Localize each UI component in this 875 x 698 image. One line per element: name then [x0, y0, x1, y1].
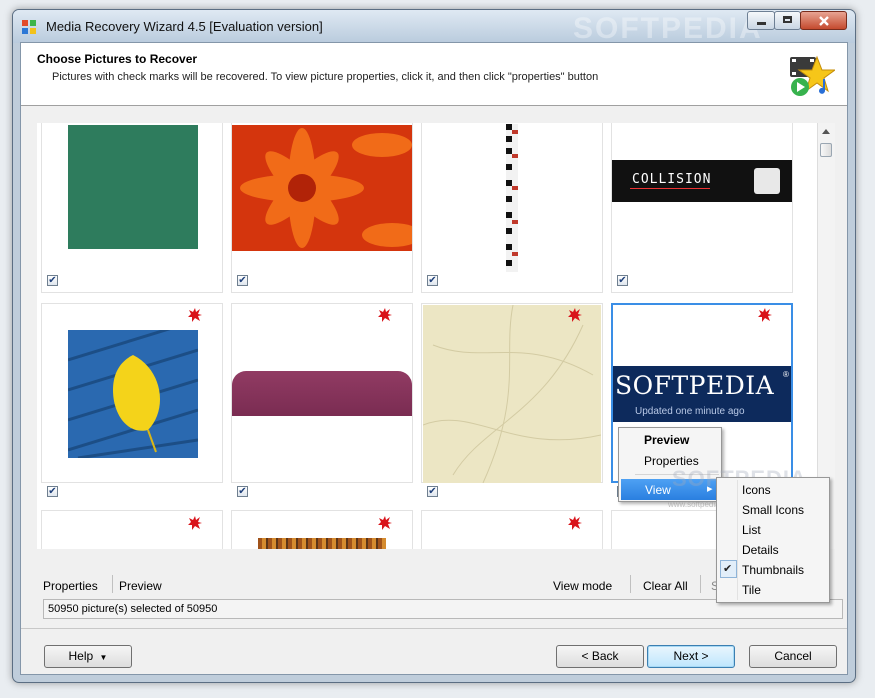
thumbnail-checkbox[interactable]: ✔ [617, 275, 628, 286]
thumbnail-image: COLLISION [612, 160, 792, 202]
thumbnail-image [258, 538, 386, 549]
softpedia-logo-text: SOFTPEDIA [615, 371, 775, 400]
damaged-file-icon [378, 308, 392, 322]
thumbnail-checkbox[interactable]: ✔ [427, 486, 438, 497]
toolbar-separator [112, 575, 113, 593]
preview-link[interactable]: Preview [119, 579, 162, 593]
minimize-button[interactable] [747, 11, 775, 30]
next-button[interactable]: Next > [647, 645, 735, 668]
maximize-button[interactable] [774, 11, 801, 30]
checkmark-icon: ✔ [723, 563, 733, 575]
properties-link[interactable]: Properties [43, 579, 98, 593]
submenu-item-details[interactable]: Details [742, 543, 779, 557]
thumbnail-cell[interactable]: COLLISION [611, 123, 793, 293]
thumbnail-image [68, 330, 198, 458]
toolbar-separator [630, 575, 631, 593]
damaged-file-icon [568, 516, 582, 530]
media-star-icon [790, 55, 835, 96]
thumbnail-checkbox[interactable]: ✔ [427, 275, 438, 286]
damaged-file-icon [758, 308, 772, 322]
help-label: Help [68, 649, 94, 663]
app-icon [22, 20, 36, 34]
thumbnail-cell[interactable] [41, 123, 223, 293]
title-watermark: SOFTPEDIA [573, 12, 763, 45]
scrollbar-thumb[interactable] [820, 143, 832, 157]
menu-item-view-label: View [645, 483, 671, 497]
toolbar-separator [700, 575, 701, 593]
footer-divider [21, 628, 847, 629]
close-icon [819, 16, 829, 26]
damaged-file-icon [188, 308, 202, 322]
collision-underline [630, 188, 710, 189]
back-button[interactable]: < Back [556, 645, 644, 668]
thumbnail-cell[interactable] [231, 123, 413, 293]
wizard-header: Choose Pictures to Recover Pictures with… [21, 43, 847, 106]
thumbnail-cell[interactable] [421, 123, 603, 293]
thumbnail-checkbox[interactable]: ✔ [237, 486, 248, 497]
damaged-file-icon [568, 308, 582, 322]
scroll-up-icon[interactable] [822, 129, 830, 134]
page-subtitle: Pictures with check marks will be recove… [52, 71, 599, 83]
thumbnail-checkbox[interactable]: ✔ [237, 275, 248, 286]
thumbnail-checkbox[interactable]: ✔ [47, 486, 58, 497]
close-button[interactable] [800, 11, 847, 30]
thumbnail-cell[interactable] [421, 303, 603, 483]
damaged-file-icon [188, 516, 202, 530]
submenu-item-icons[interactable]: Icons [742, 483, 771, 497]
thumbnail-image [232, 371, 412, 416]
chevron-down-icon: ▼ [99, 653, 108, 662]
thumbnail-checkbox[interactable]: ✔ [47, 275, 58, 286]
collision-badge [754, 168, 780, 194]
maximize-icon [783, 16, 792, 23]
thumbnail-cell[interactable] [41, 303, 223, 483]
submenu-item-thumbnails[interactable]: Thumbnails [742, 563, 804, 577]
collision-text: COLLISION [632, 172, 712, 187]
page-title: Choose Pictures to Recover [37, 52, 198, 66]
thumbnail-image [68, 125, 198, 249]
clear-all-link[interactable]: Clear All [643, 579, 688, 593]
thumbnail-image [423, 305, 601, 483]
status-text: 50950 picture(s) selected of 50950 [48, 603, 218, 615]
window-title: Media Recovery Wizard 4.5 [Evaluation ve… [46, 19, 323, 34]
thumbnail-image [506, 124, 518, 272]
submenu-item-list[interactable]: List [742, 523, 761, 537]
submenu-item-tile[interactable]: Tile [742, 583, 761, 597]
menu-item-preview[interactable]: Preview [644, 433, 689, 447]
title-bar[interactable]: Media Recovery Wizard 4.5 [Evaluation ve… [13, 10, 855, 45]
damaged-file-icon [378, 516, 392, 530]
softpedia-reg-mark: ® [783, 370, 789, 379]
minimize-icon [757, 22, 766, 25]
softpedia-updated-text: Updated one minute ago [635, 406, 745, 417]
view-submenu: Icons Small Icons List Details ✔ Thumbna… [716, 477, 830, 603]
help-button[interactable]: Help ▼ [44, 645, 132, 668]
view-mode-link[interactable]: View mode [553, 579, 612, 593]
thumbnail-cell[interactable] [231, 303, 413, 483]
thumbnail-image: SOFTPEDIA ® Updated one minute ago [613, 366, 791, 422]
thumbnail-image [232, 125, 412, 251]
submenu-gutter [737, 480, 738, 600]
submenu-item-small-icons[interactable]: Small Icons [742, 503, 804, 517]
cancel-button[interactable]: Cancel [749, 645, 837, 668]
